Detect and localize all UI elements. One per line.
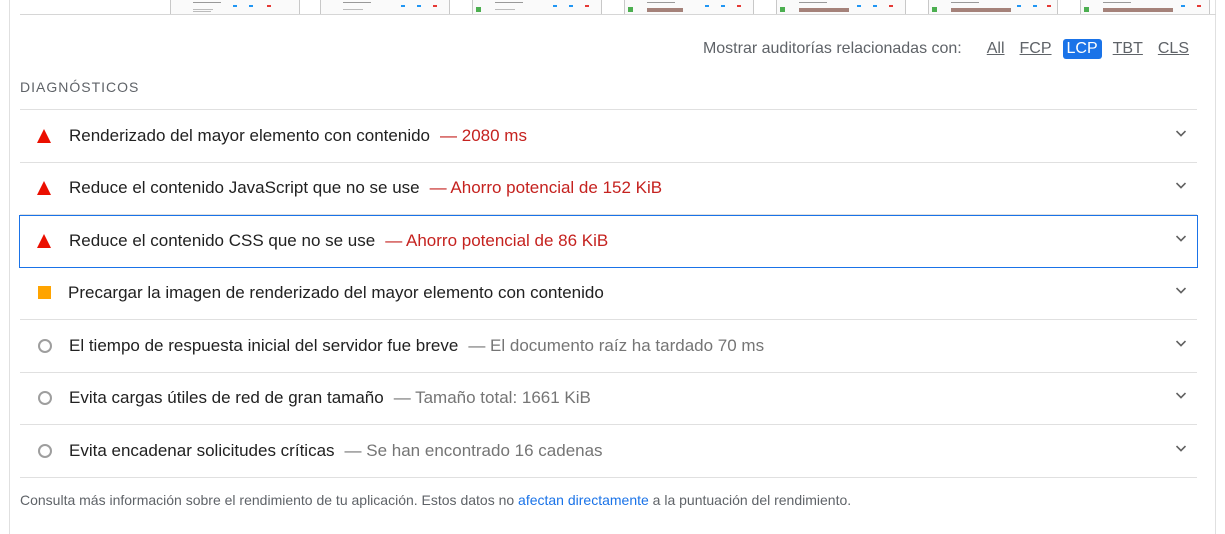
audit-item[interactable]: Renderizado del mayor elemento con conte…	[20, 110, 1197, 163]
audit-item[interactable]: El tiempo de respuesta inicial del servi…	[20, 320, 1197, 373]
filter-lcp-button[interactable]: LCP	[1062, 39, 1102, 59]
filmstrip-frame	[1080, 0, 1210, 14]
footer-text: Consulta más información sobre el rendim…	[20, 492, 519, 508]
filmstrip-frame	[776, 0, 906, 14]
audit-title: Evita encadenar solicitudes críticas	[69, 440, 335, 460]
gray-circle-icon	[37, 390, 53, 406]
audit-filter: Mostrar auditorías relacionadas con: All…	[703, 38, 1193, 60]
filmstrip-frame	[624, 0, 754, 14]
footer-text-end: a la puntuación del rendimiento.	[648, 492, 852, 508]
audit-list: Renderizado del mayor elemento con conte…	[19, 110, 1198, 478]
chevron-down-icon[interactable]	[1175, 127, 1187, 139]
audit-item-focused[interactable]: Reduce el contenido CSS que no se use — A…	[19, 215, 1198, 268]
audit-title-row: Evita cargas útiles de red de gran tamañ…	[69, 388, 591, 408]
audit-title-row: Renderizado del mayor elemento con conte…	[69, 126, 527, 146]
audit-item[interactable]: Evita cargas útiles de red de gran tamañ…	[20, 373, 1197, 425]
filmstrip	[20, 0, 1216, 15]
audit-title-row: Reduce el contenido JavaScript que no se…	[69, 178, 662, 198]
filmstrip-frame	[472, 0, 602, 14]
filmstrip-frame	[928, 0, 1058, 14]
orange-square-icon	[37, 285, 53, 301]
audit-detail: — Ahorro potencial de 86 KiB	[385, 231, 609, 251]
red-triangle-icon	[37, 128, 53, 144]
chevron-down-icon[interactable]	[1175, 390, 1187, 402]
chevron-down-icon[interactable]	[1175, 180, 1187, 192]
gray-circle-icon	[37, 338, 53, 354]
filter-cls-button[interactable]: CLS	[1154, 39, 1193, 59]
filter-tbt-button[interactable]: TBT	[1109, 39, 1147, 59]
audit-detail: — Ahorro potencial de 152 KiB	[429, 178, 663, 198]
footer-note: Consulta más información sobre el rendim…	[20, 492, 851, 508]
audit-detail: — Tamaño total: 1661 KiB	[393, 388, 591, 408]
audit-detail: — El documento raíz ha tardado 70 ms	[468, 335, 765, 355]
audit-detail: — Se han encontrado 16 cadenas	[344, 440, 603, 460]
audit-title-row: Precargar la imagen de renderizado del m…	[68, 283, 604, 303]
filter-label: Mostrar auditorías relacionadas con:	[702, 40, 962, 57]
audit-item[interactable]: Precargar la imagen de renderizado del m…	[20, 268, 1197, 320]
audit-title: Reduce el contenido CSS que no se use	[69, 231, 376, 251]
filmstrip-frame	[170, 0, 300, 14]
chevron-down-icon[interactable]	[1175, 337, 1187, 349]
gray-circle-icon	[37, 443, 53, 459]
audit-item[interactable]: Evita encadenar solicitudes críticas — Se…	[20, 425, 1197, 478]
filmstrip-frame	[320, 0, 450, 14]
red-triangle-icon	[37, 233, 53, 249]
filter-fcp-button[interactable]: FCP	[1016, 39, 1056, 59]
audit-title: Renderizado del mayor elemento con conte…	[69, 125, 431, 145]
audit-item[interactable]: Reduce el contenido JavaScript que no se…	[20, 163, 1197, 215]
chevron-down-icon[interactable]	[1175, 233, 1187, 245]
audit-title-row: Reduce el contenido CSS que no se use — A…	[69, 231, 608, 251]
section-title: DIAGNÓSTICOS	[20, 79, 140, 95]
footer-link[interactable]: afectan directamente	[518, 492, 649, 508]
audit-title: Evita cargas útiles de red de gran tamañ…	[69, 388, 384, 408]
chevron-down-icon[interactable]	[1175, 442, 1187, 454]
audit-title: El tiempo de respuesta inicial del servi…	[69, 335, 459, 355]
chevron-down-icon[interactable]	[1175, 285, 1187, 297]
audit-detail: — 2080 ms	[440, 125, 527, 145]
audit-title-row: El tiempo de respuesta inicial del servi…	[69, 336, 764, 356]
red-triangle-icon	[37, 180, 53, 196]
audit-title-row: Evita encadenar solicitudes críticas — Se…	[69, 441, 603, 461]
audit-title: Precargar la imagen de renderizado del m…	[68, 283, 604, 303]
audit-title: Reduce el contenido JavaScript que no se…	[69, 178, 420, 198]
filter-all-button[interactable]: All	[983, 39, 1009, 59]
